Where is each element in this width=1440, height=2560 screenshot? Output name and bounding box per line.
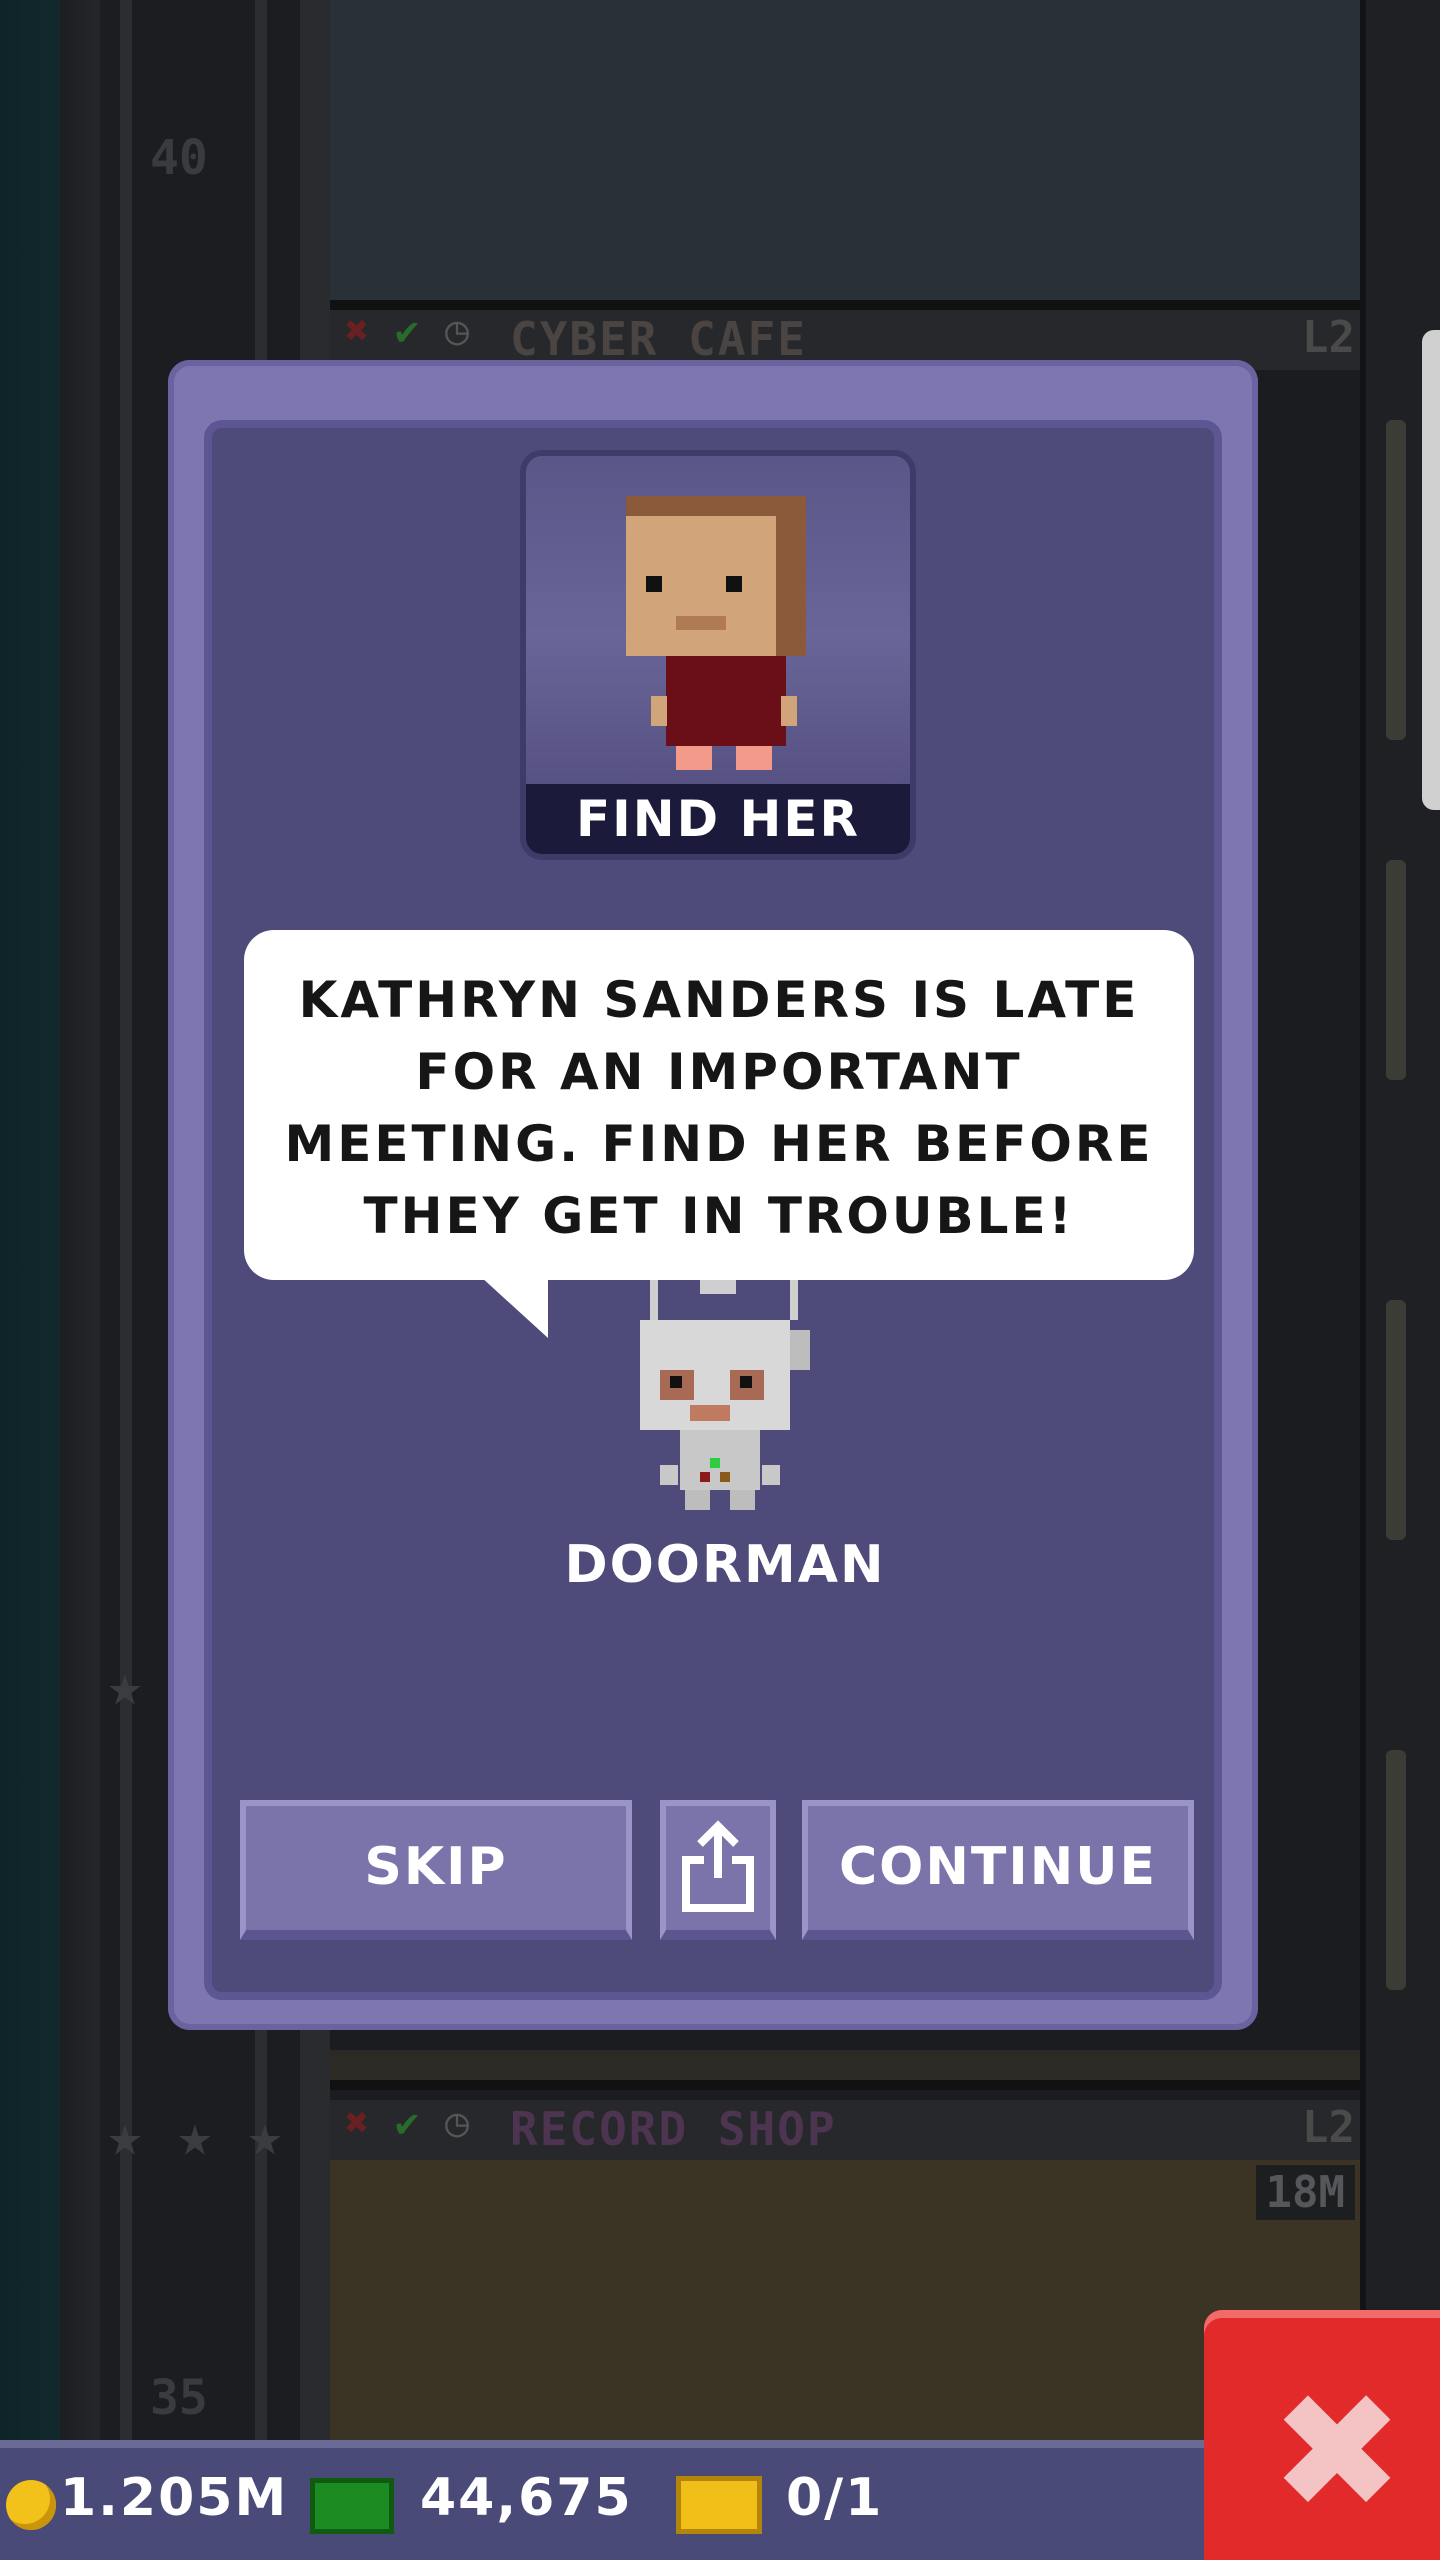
side-scroll-tab[interactable] [1422,330,1440,810]
portrait-caption: FIND HER [526,784,910,854]
coins-value: 1.205M [60,2468,289,2528]
share-icon [682,1820,754,1912]
tickets-value: 0/1 [786,2468,884,2528]
speaker-name: DOORMAN [564,1535,886,1595]
star-icon: ★ [107,2101,143,2169]
skip-button[interactable]: SKIP [240,1800,632,1940]
floor-price: 18M [1255,2165,1355,2220]
ticket-icon [676,2476,762,2534]
floor-label-bar [330,2100,1360,2160]
continue-button[interactable]: CONTINUE [802,1800,1194,1940]
share-button[interactable] [660,1800,776,1940]
coin-icon [6,2480,56,2530]
floor-number: 40 [150,130,208,186]
check-icon: ✔ [395,308,420,354]
star-icon: ★ [247,2101,283,2169]
bux-icon [310,2478,394,2534]
close-icon: ✖ [345,308,370,354]
target-character-icon [626,496,806,770]
check-icon: ✔ [395,2100,420,2146]
floor-level: L2 [1302,2102,1355,2153]
side-slot [1386,1300,1406,1540]
message-line: THEY GET IN TROUBLE! [363,1187,1075,1245]
side-slot [1386,860,1406,1080]
side-slot [1386,420,1406,740]
side-slot [1386,1750,1406,1990]
floor-strip [330,2050,1360,2090]
floor-name: CYBER CAFE [510,312,807,366]
speech-bubble: KATHRYN SANDERS IS LATE FOR AN IMPORTANT… [244,930,1194,1280]
close-icon[interactable]: ✖ [1270,2372,1404,2532]
floor-number: 35 [150,2370,208,2426]
clock-icon: ◷ [445,2100,470,2146]
floor-name: RECORD SHOP [510,2102,837,2156]
star-icon: ★ [107,1651,143,1719]
doorman-robot-icon [640,1280,810,1510]
mission-message: KATHRYN SANDERS IS LATE FOR AN IMPORTANT… [244,964,1194,1252]
star-icon: ★ [177,2101,213,2169]
message-line: KATHRYN SANDERS IS LATE [298,971,1140,1029]
clock-icon: ◷ [445,308,470,354]
target-portrait: FIND HER [520,450,916,860]
close-icon: ✖ [345,2100,370,2146]
shaft-rail [120,0,132,2440]
floor-cyber-cafe[interactable] [330,0,1360,310]
floor-level: L2 [1302,312,1355,363]
message-line: MEETING. FIND HER BEFORE [284,1115,1154,1173]
bux-value: 44,675 [420,2468,633,2528]
speech-bubble-tail [480,1276,548,1338]
message-line: FOR AN IMPORTANT [415,1043,1023,1101]
